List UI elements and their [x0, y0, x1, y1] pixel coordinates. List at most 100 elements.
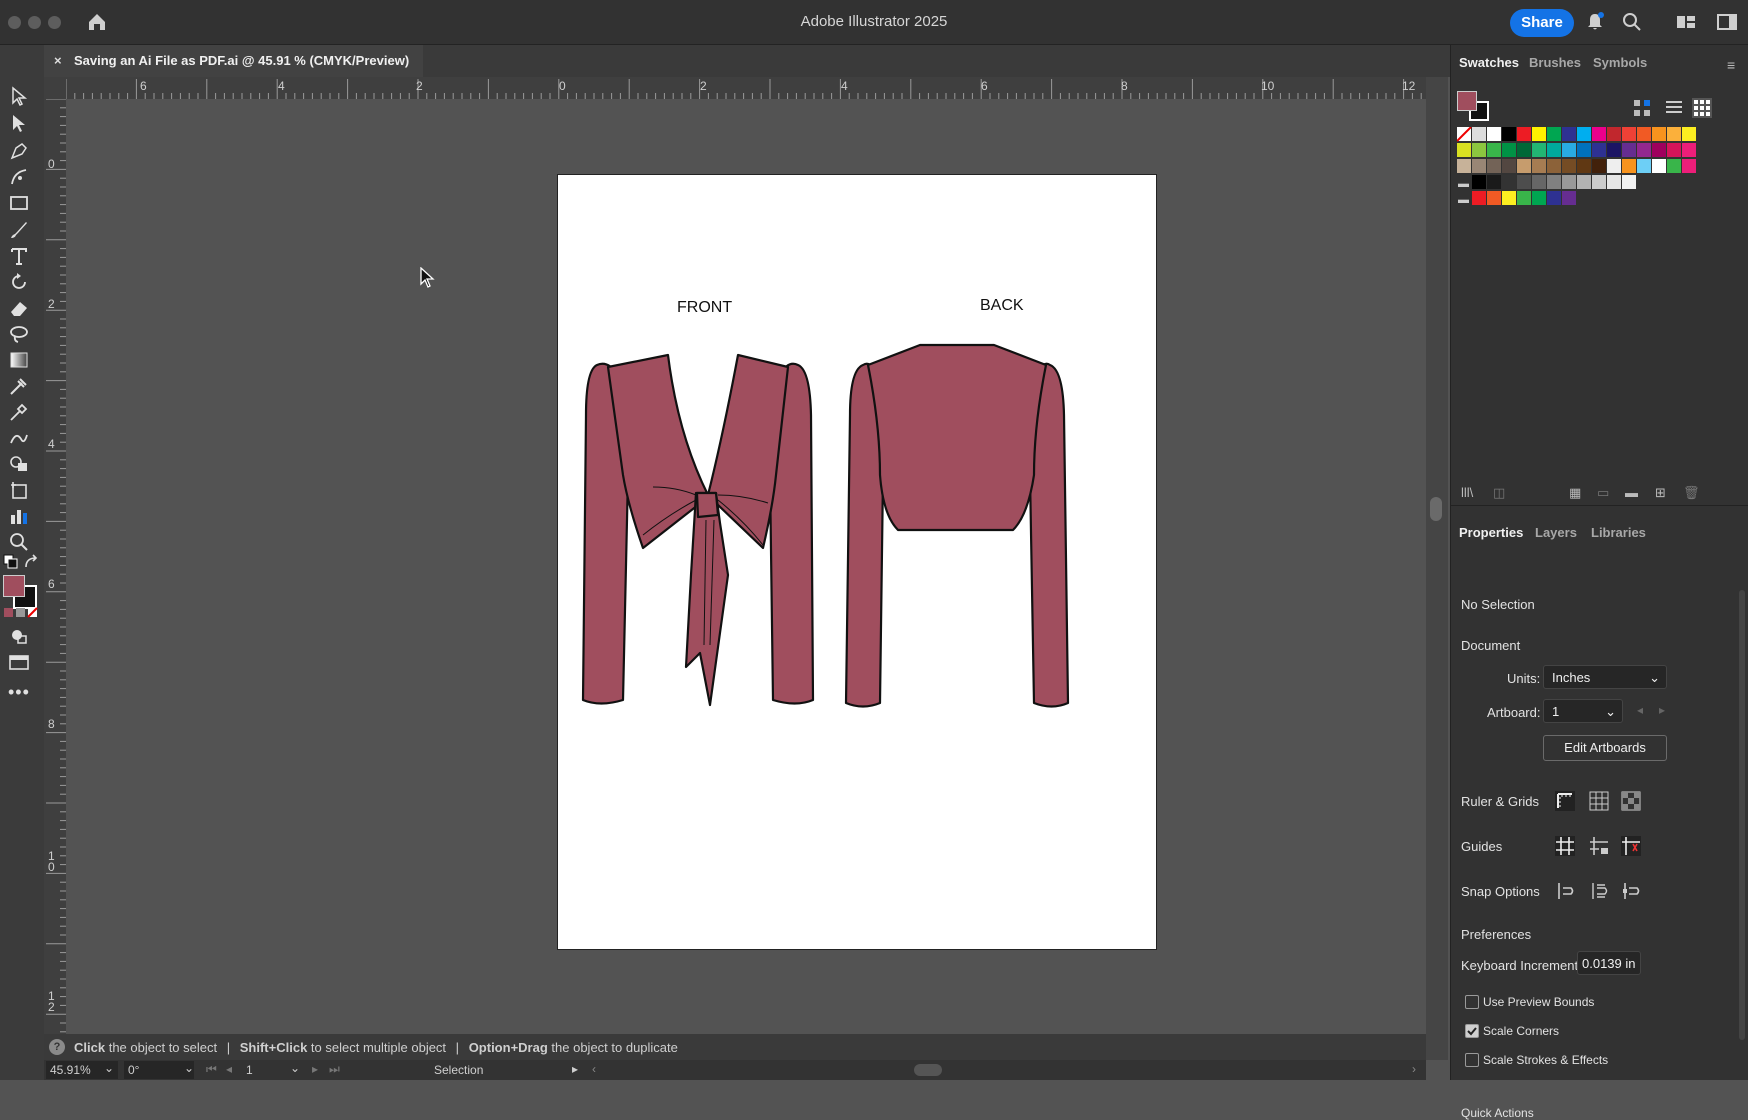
show-rulers-icon[interactable] [1551, 787, 1579, 815]
swatch-grid[interactable]: ▬▬ [1457, 127, 1707, 217]
delete-swatch-icon[interactable]: 🗑 [1683, 485, 1700, 501]
ruler-label: 2 [700, 79, 707, 93]
keyboard-increment-field[interactable]: 0.0139 in [1577, 951, 1641, 975]
use-preview-bounds-checkbox[interactable] [1465, 995, 1479, 1009]
tab-layers[interactable]: Layers [1535, 525, 1577, 540]
tab-properties[interactable]: Properties [1459, 525, 1523, 540]
eyedropper-tool-icon[interactable] [8, 401, 30, 423]
artboard-dropdown-icon[interactable]: ⌄ [290, 1061, 300, 1075]
scrollbar-thumb[interactable] [1430, 497, 1442, 521]
screen-mode-icon[interactable] [8, 651, 30, 673]
artboard-tool-icon[interactable] [8, 479, 30, 501]
list-view-icon[interactable] [1663, 97, 1685, 119]
last-artboard-icon[interactable]: ⏭ [329, 1062, 340, 1077]
tool-menu-icon[interactable]: ▸ [572, 1062, 578, 1076]
swatch-fill[interactable] [1457, 91, 1477, 111]
mesh-tool-icon[interactable] [8, 375, 30, 397]
direct-selection-tool-icon[interactable] [8, 112, 30, 134]
preferences-label: Preferences [1461, 927, 1532, 942]
canvas-scrollbar[interactable] [1426, 77, 1448, 1060]
curvature-tool-icon[interactable] [8, 166, 30, 188]
scale-corners-label[interactable]: Scale Corners [1483, 1024, 1559, 1038]
artboard[interactable]: FRONT BACK [557, 174, 1157, 950]
units-dropdown[interactable]: Inches ⌄ [1543, 665, 1667, 689]
zoom-tool-icon[interactable] [8, 531, 30, 553]
scroll-right-icon[interactable]: › [1412, 1062, 1416, 1076]
horizontal-scrollbar-thumb[interactable] [914, 1064, 942, 1076]
grid-view-icon[interactable] [1691, 97, 1713, 119]
next-artboard-icon[interactable]: ▸ [312, 1062, 318, 1076]
rotate-tool-icon[interactable] [8, 271, 30, 293]
new-swatch-icon[interactable]: ⊞ [1655, 485, 1666, 501]
lasso-tool-icon[interactable] [8, 323, 30, 345]
swatch-libraries-icon[interactable]: lll\ [1461, 485, 1473, 500]
swatch-options-icon[interactable]: ▦ [1569, 485, 1581, 501]
units-label: Units: [1507, 671, 1541, 686]
lock-guides-icon[interactable] [1585, 832, 1613, 860]
rectangle-tool-icon[interactable] [8, 192, 30, 214]
scale-corners-checkbox[interactable] [1465, 1024, 1479, 1038]
blend-tool-icon[interactable] [8, 427, 30, 449]
color-mode-icons[interactable] [3, 602, 39, 624]
scale-strokes-checkbox[interactable] [1465, 1053, 1479, 1067]
front-tie [684, 491, 730, 707]
snap-to-point-icon[interactable] [1551, 877, 1579, 905]
tab-libraries[interactable]: Libraries [1591, 525, 1646, 540]
gradient-tool-icon[interactable] [8, 349, 30, 371]
fill-swatch[interactable] [3, 575, 25, 597]
prev-artboard-icon[interactable]: ◂ [226, 1062, 232, 1076]
canvas[interactable]: FRONT BACK [66, 99, 1426, 1034]
default-colors-icon[interactable] [2, 553, 24, 575]
show-grid-icon[interactable] [1585, 787, 1613, 815]
chart-tool-icon[interactable] [8, 505, 30, 527]
swap-colors-icon[interactable] [22, 553, 44, 575]
more-tools-icon[interactable]: ••• [8, 682, 30, 703]
show-swatch-kinds-icon[interactable] [1631, 97, 1653, 119]
panel-toggle-icon[interactable] [1716, 11, 1738, 33]
chevron-down-icon: ⌄ [1605, 704, 1616, 719]
shape-builder-tool-icon[interactable] [8, 453, 30, 475]
add-used-colors-icon[interactable]: ◫ [1493, 485, 1505, 501]
smart-guides-icon[interactable] [1617, 832, 1645, 860]
vertical-ruler[interactable]: 0 2 4 6 8 1 0 1 2 [44, 99, 67, 1034]
edit-artboards-button[interactable]: Edit Artboards [1543, 735, 1667, 761]
transparency-grid-icon[interactable] [1617, 787, 1645, 815]
document-tab[interactable]: × Saving an Ai File as PDF.ai @ 45.91 % … [44, 45, 424, 77]
bell-icon[interactable] [1584, 11, 1606, 33]
draw-mode-icon[interactable] [8, 625, 30, 647]
next-artboard-arrow-icon[interactable]: ▸ [1659, 703, 1665, 717]
zoom-dropdown-icon[interactable]: ⌄ [104, 1061, 114, 1075]
new-color-group-icon[interactable]: ▬ [1625, 485, 1638, 500]
use-preview-bounds-label[interactable]: Use Preview Bounds [1483, 995, 1594, 1009]
eraser-tool-icon[interactable] [8, 297, 30, 319]
scale-strokes-label[interactable]: Scale Strokes & Effects [1483, 1053, 1608, 1067]
close-tab-icon[interactable]: × [54, 45, 62, 77]
ruler-label: 6 [981, 79, 988, 93]
share-button[interactable]: Share [1510, 9, 1574, 37]
color-group-icon[interactable]: ▭ [1597, 485, 1609, 501]
pen-tool-icon[interactable] [8, 140, 30, 162]
current-tool-label[interactable]: Selection [434, 1063, 483, 1077]
snap-to-pixel-icon[interactable] [1585, 877, 1613, 905]
panel-menu-icon[interactable]: ≡ [1727, 57, 1735, 73]
tab-symbols[interactable]: Symbols [1593, 55, 1647, 70]
first-artboard-icon[interactable]: ⏮ [206, 1062, 217, 1077]
status-bar: ? Click the object to select | Shift+Cli… [44, 1034, 1426, 1060]
tab-brushes[interactable]: Brushes [1529, 55, 1581, 70]
ruler-origin[interactable] [44, 77, 66, 99]
artboard-dropdown[interactable]: 1 ⌄ [1543, 699, 1623, 723]
properties-scrollbar[interactable] [1739, 590, 1745, 1040]
horizontal-ruler[interactable]: 6 4 2 0 2 4 6 8 10 12 [66, 77, 1426, 100]
workspace-icon[interactable] [1675, 11, 1697, 33]
prev-artboard-arrow-icon[interactable]: ◂ [1637, 703, 1643, 717]
rotation-dropdown-icon[interactable]: ⌄ [184, 1061, 194, 1075]
show-guides-icon[interactable] [1551, 832, 1579, 860]
selection-tool-icon[interactable] [8, 85, 30, 107]
search-icon[interactable] [1621, 11, 1643, 33]
paintbrush-tool-icon[interactable] [8, 219, 30, 241]
tab-swatches[interactable]: Swatches [1459, 55, 1519, 70]
help-icon[interactable]: ? [49, 1039, 65, 1055]
scroll-left-icon[interactable]: ‹ [592, 1062, 596, 1076]
type-tool-icon[interactable] [8, 245, 30, 267]
snap-to-glyph-icon[interactable] [1617, 877, 1645, 905]
